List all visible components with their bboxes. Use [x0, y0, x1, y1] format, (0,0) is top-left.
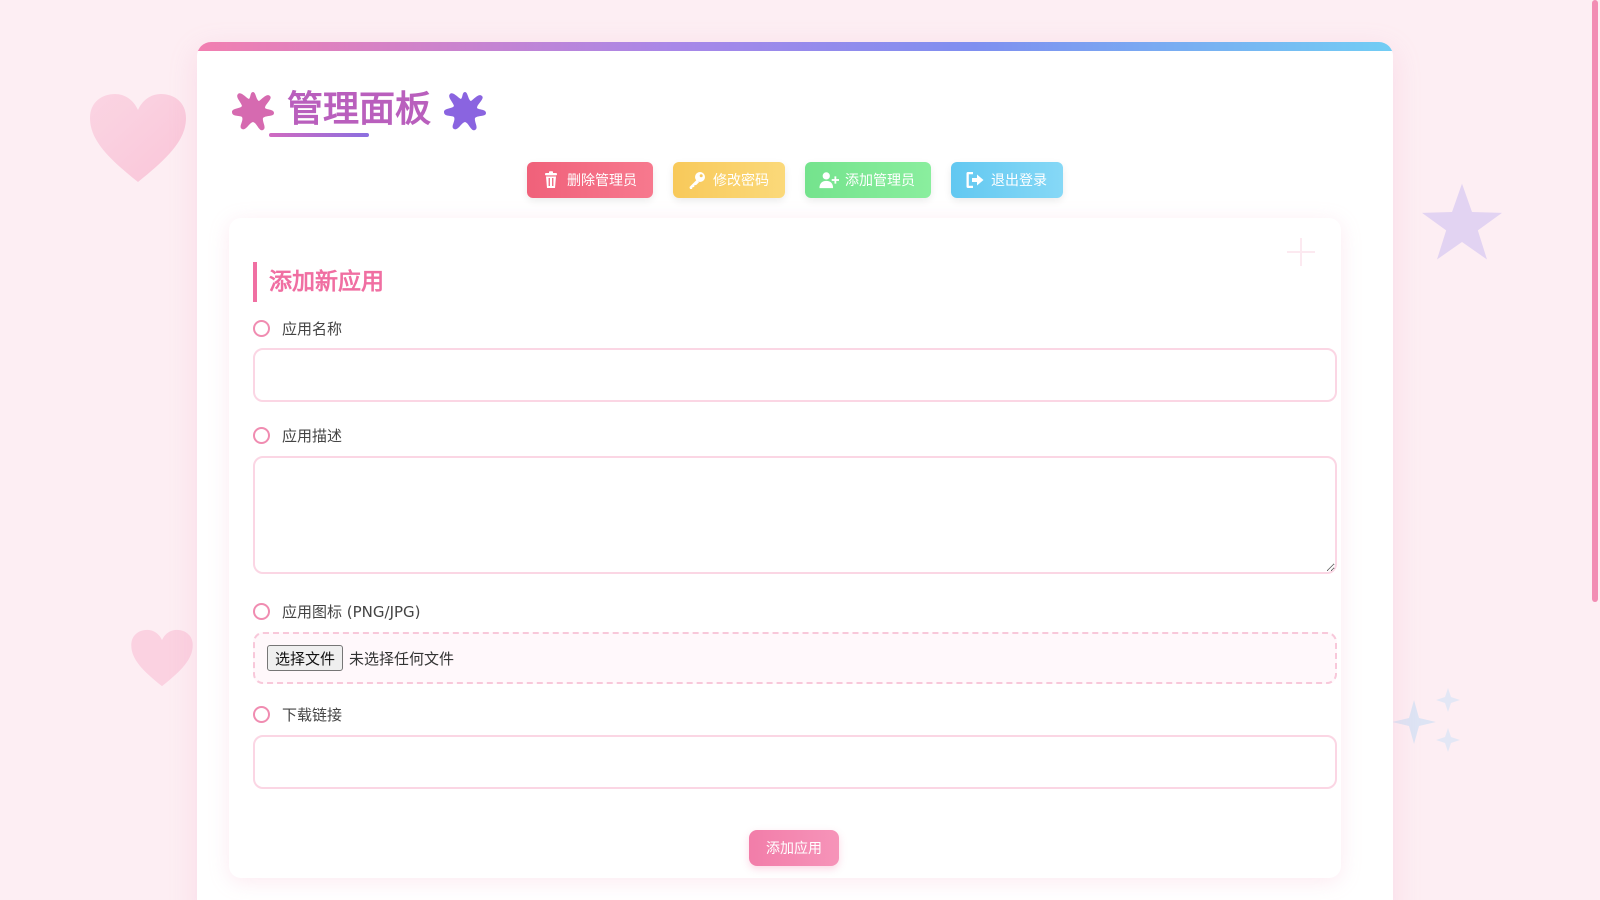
download-link-input[interactable]	[253, 735, 1337, 789]
app-icon-label-text: 应用图标 (PNG/JPG)	[282, 602, 421, 621]
key-icon	[689, 172, 705, 189]
app-name-label: 应用名称	[253, 316, 342, 340]
logout-icon	[966, 172, 984, 188]
heart-decoration-icon	[131, 629, 193, 687]
delete-admin-button[interactable]: 删除管理员	[527, 162, 653, 198]
bullet-circle-icon	[253, 705, 270, 723]
add-app-card: 添加新应用 应用名称 应用描述 应用图标 (PNG/JPG) 选择文件 未选择任…	[229, 218, 1341, 878]
page-title: 管理面板	[287, 89, 432, 130]
add-admin-label: 添加管理员	[845, 173, 915, 189]
app-description-label-text: 应用描述	[282, 426, 343, 445]
app-name-label-text: 应用名称	[282, 319, 343, 338]
splat-icon	[232, 92, 274, 131]
plus-decoration-icon	[1287, 238, 1315, 266]
app-icon-file-input[interactable]: 选择文件 未选择任何文件	[253, 632, 1337, 684]
bullet-circle-icon	[253, 602, 270, 620]
logout-button[interactable]: 退出登录	[951, 162, 1063, 198]
delete-admin-label: 删除管理员	[567, 173, 637, 189]
file-status-text: 未选择任何文件	[349, 649, 455, 668]
logout-label: 退出登录	[991, 173, 1047, 189]
star-decoration-icon	[1422, 183, 1502, 260]
splat-icon	[444, 92, 487, 131]
admin-panel: 管理面板 删除管理员 修改密码 添加管理员 退出登录 添加新应用 应用名称 应用…	[197, 42, 1393, 900]
add-admin-button[interactable]: 添加管理员	[805, 162, 931, 198]
app-description-textarea[interactable]	[253, 456, 1337, 574]
download-link-label: 下载链接	[253, 702, 342, 726]
section-title: 添加新应用	[253, 262, 384, 302]
download-link-label-text: 下载链接	[282, 705, 343, 724]
sparkle-decoration-icon	[1392, 688, 1460, 752]
trash-icon	[545, 171, 557, 188]
app-icon-label: 应用图标 (PNG/JPG)	[253, 599, 421, 623]
page-scrollbar[interactable]	[1590, 0, 1600, 900]
add-app-submit-button[interactable]: 添加应用	[749, 830, 839, 866]
scrollbar-thumb[interactable]	[1592, 0, 1598, 602]
app-name-input[interactable]	[253, 348, 1337, 402]
change-password-button[interactable]: 修改密码	[673, 162, 785, 198]
action-toolbar: 删除管理员 修改密码 添加管理员 退出登录	[197, 162, 1393, 198]
bullet-circle-icon	[253, 319, 270, 337]
panel-header: 管理面板	[231, 80, 487, 140]
change-password-label: 修改密码	[713, 173, 769, 189]
heart-decoration-icon	[90, 94, 186, 182]
user-plus-icon	[819, 172, 839, 189]
choose-file-button[interactable]: 选择文件	[267, 645, 344, 671]
app-description-label: 应用描述	[253, 423, 342, 447]
title-underline	[269, 133, 369, 137]
bullet-circle-icon	[253, 426, 270, 444]
panel-gradient-bar	[197, 42, 1393, 51]
